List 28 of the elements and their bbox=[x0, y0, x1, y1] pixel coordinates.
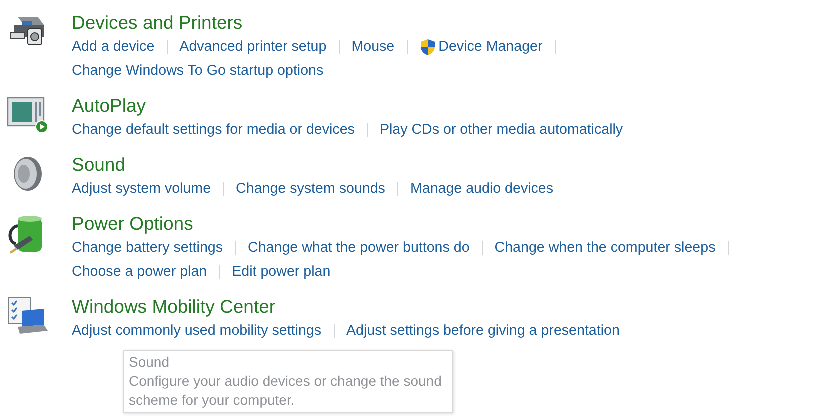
task-link[interactable]: Play CDs or other media automatically bbox=[380, 122, 624, 138]
tooltip-text: Configure your audio devices or change the sound scheme for your computer. bbox=[129, 372, 443, 410]
speaker-icon bbox=[12, 155, 44, 193]
task-link[interactable]: Change system sounds bbox=[236, 181, 386, 197]
task-link[interactable]: Add a device bbox=[72, 39, 155, 55]
laptop-checklist-icon bbox=[8, 297, 48, 335]
task-link[interactable]: Change battery settings bbox=[72, 240, 224, 256]
task-link[interactable]: Manage audio devices bbox=[410, 181, 554, 197]
task-link[interactable]: Mouse bbox=[352, 39, 395, 55]
category-title[interactable]: Power Options bbox=[72, 212, 194, 236]
task-link[interactable]: Change default settings for media or devices bbox=[72, 122, 355, 138]
category-title[interactable]: AutoPlay bbox=[72, 94, 146, 118]
tooltip-title: Sound bbox=[129, 353, 170, 372]
task-link[interactable]: Adjust commonly used mobility settings bbox=[72, 323, 322, 339]
task-link[interactable]: Change what the power buttons do bbox=[248, 240, 470, 256]
task-link[interactable]: Change Windows To Go startup options bbox=[72, 63, 324, 79]
task-link[interactable]: Adjust system volume bbox=[72, 181, 212, 197]
task-link[interactable]: Change when the computer sleeps bbox=[494, 240, 716, 256]
task-link[interactable]: Advanced printer setup bbox=[180, 39, 327, 55]
category-title[interactable]: Windows Mobility Center bbox=[72, 295, 276, 319]
autoplay-icon bbox=[7, 96, 49, 134]
task-link[interactable]: Adjust settings before giving a presentation bbox=[346, 323, 620, 339]
shield-icon bbox=[420, 38, 436, 56]
task-link[interactable]: Choose a power plan bbox=[72, 264, 208, 280]
category-title[interactable]: Sound bbox=[72, 153, 126, 177]
category-title[interactable]: Devices and Printers bbox=[72, 11, 243, 35]
task-link[interactable]: Edit power plan bbox=[232, 264, 331, 280]
task-link[interactable]: Device Manager bbox=[420, 38, 543, 56]
